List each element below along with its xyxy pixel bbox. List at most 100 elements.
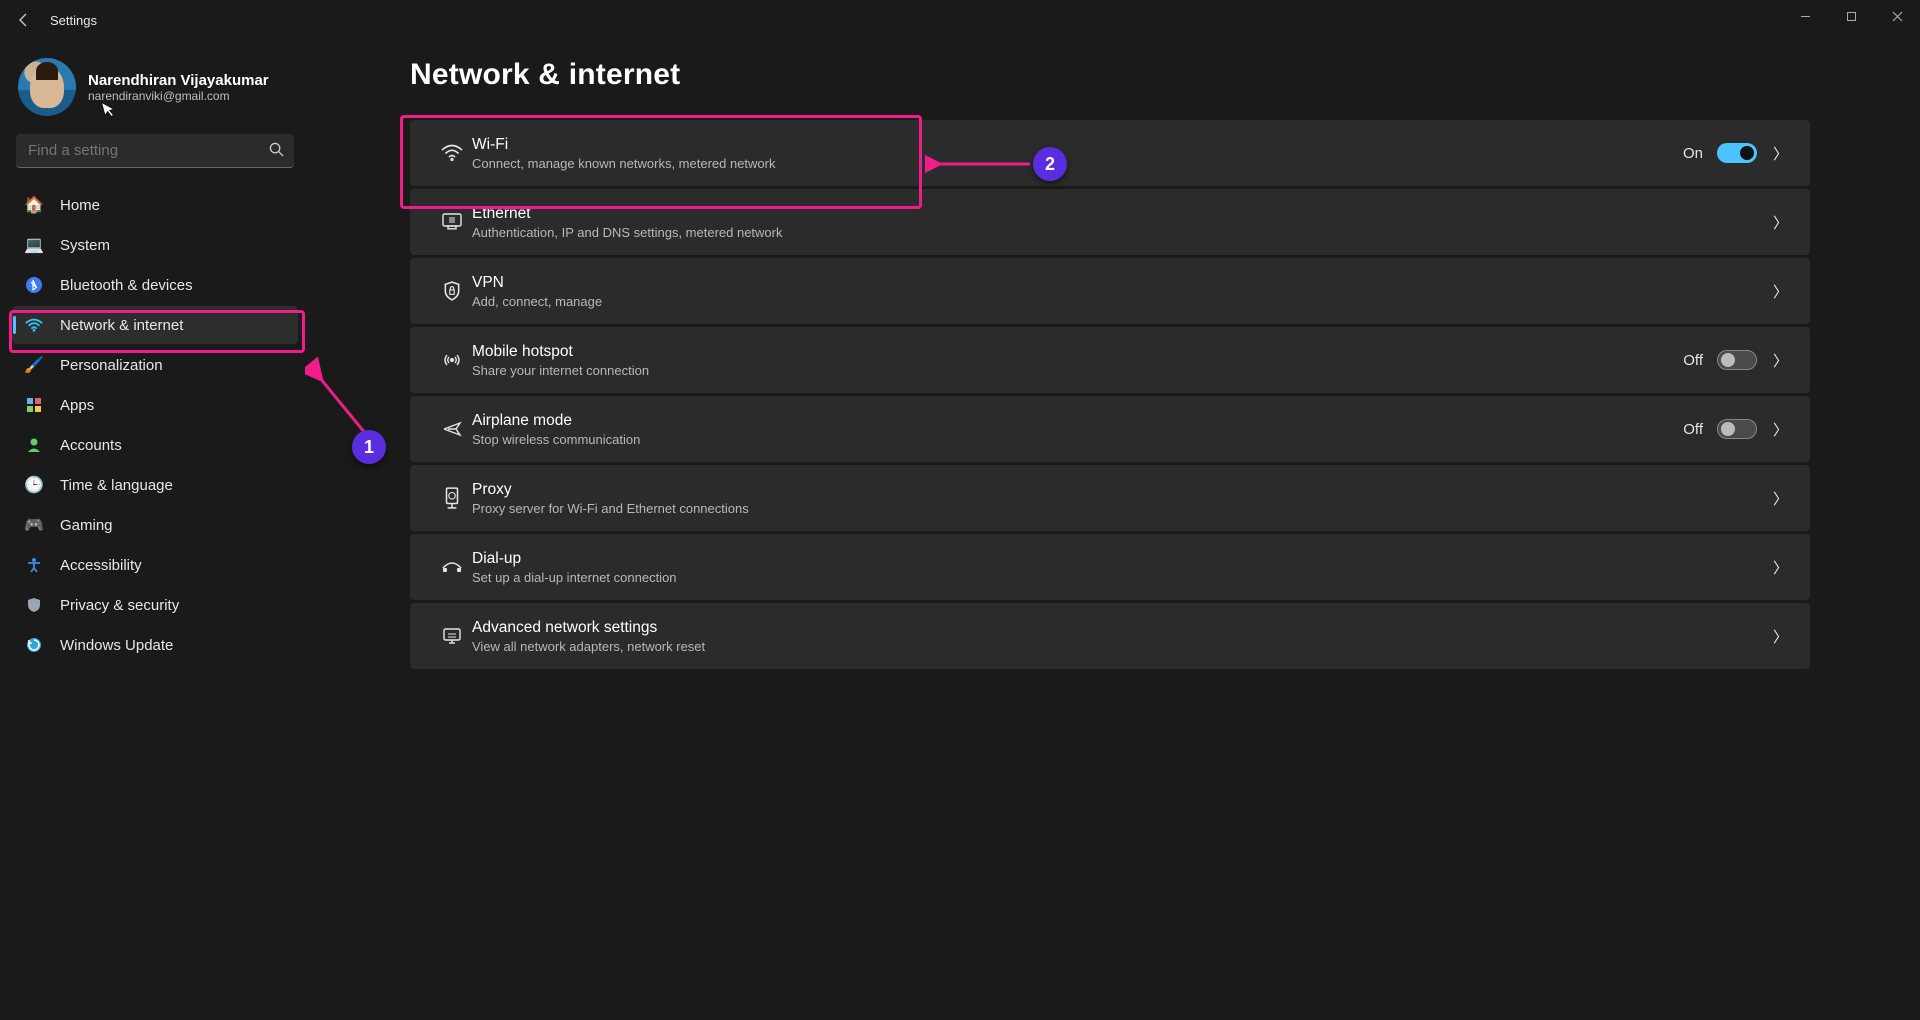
page-title: Network & internet — [410, 58, 1810, 92]
hotspot-toggle[interactable] — [1717, 350, 1757, 370]
nav-label: Apps — [60, 397, 94, 414]
airplane-state: Off — [1683, 421, 1703, 438]
row-subtitle: Set up a dial-up internet connection — [472, 570, 1771, 585]
nav-update[interactable]: Windows Update — [12, 626, 298, 664]
wifi-toggle[interactable] — [1717, 143, 1757, 163]
bluetooth-icon — [24, 275, 44, 295]
row-subtitle: Add, connect, manage — [472, 294, 1771, 309]
minimize-button[interactable] — [1782, 0, 1828, 32]
network-icon — [24, 315, 44, 335]
row-vpn[interactable]: VPN Add, connect, manage 〉 — [410, 258, 1810, 324]
airplane-toggle[interactable] — [1717, 419, 1757, 439]
chevron-right-icon: 〉 — [1773, 281, 1788, 302]
accessibility-icon — [24, 555, 44, 575]
row-title: Dial-up — [472, 550, 1771, 568]
maximize-button[interactable] — [1828, 0, 1874, 32]
nav-label: Gaming — [60, 517, 113, 534]
nav: 🏠 Home 💻 System Bluetooth & devices Networ… — [12, 186, 298, 664]
row-title: Advanced network settings — [472, 619, 1771, 637]
close-button[interactable] — [1874, 0, 1920, 32]
nav-personalization[interactable]: 🖌️ Personalization — [12, 346, 298, 384]
hotspot-icon — [432, 351, 472, 369]
nav-home[interactable]: 🏠 Home — [12, 186, 298, 224]
wifi-icon — [432, 144, 472, 162]
row-title: Ethernet — [472, 205, 1771, 223]
nav-label: Home — [60, 197, 100, 214]
privacy-icon — [24, 595, 44, 615]
back-button[interactable] — [8, 4, 40, 36]
chevron-right-icon: 〉 — [1773, 419, 1788, 440]
nav-network[interactable]: Network & internet — [12, 306, 298, 344]
chevron-right-icon: 〉 — [1773, 212, 1788, 233]
row-hotspot[interactable]: Mobile hotspot Share your internet connec… — [410, 327, 1810, 393]
search-container — [16, 134, 294, 168]
nav-label: Windows Update — [60, 637, 173, 654]
nav-accessibility[interactable]: Accessibility — [12, 546, 298, 584]
nav-label: Personalization — [60, 357, 163, 374]
airplane-icon — [432, 419, 472, 439]
titlebar: Settings — [0, 0, 1920, 40]
vpn-icon — [432, 281, 472, 301]
apps-icon — [24, 395, 44, 415]
nav-time[interactable]: 🕒 Time & language — [12, 466, 298, 504]
row-subtitle: View all network adapters, network reset — [472, 639, 1771, 654]
row-wifi[interactable]: Wi-Fi Connect, manage known networks, met… — [410, 120, 1810, 186]
nav-label: Accounts — [60, 437, 122, 454]
window-controls — [1782, 0, 1920, 32]
nav-system[interactable]: 💻 System — [12, 226, 298, 264]
nav-label: System — [60, 237, 110, 254]
windows-update-icon — [24, 635, 44, 655]
advanced-network-icon — [432, 627, 472, 645]
nav-label: Accessibility — [60, 557, 142, 574]
system-icon: 💻 — [24, 235, 44, 255]
nav-label: Time & language — [60, 477, 173, 494]
chevron-right-icon: 〉 — [1773, 143, 1788, 164]
dialup-icon — [432, 559, 472, 575]
annotation-step-2: 2 — [1033, 147, 1067, 181]
row-subtitle: Authentication, IP and DNS settings, met… — [472, 225, 1771, 240]
row-ethernet[interactable]: Ethernet Authentication, IP and DNS setti… — [410, 189, 1810, 255]
window-title: Settings — [50, 13, 97, 28]
chevron-right-icon: 〉 — [1773, 557, 1788, 578]
user-name: Narendhiran Vijayakumar — [88, 72, 269, 89]
row-subtitle: Proxy server for Wi-Fi and Ethernet conn… — [472, 501, 1771, 516]
nav-label: Bluetooth & devices — [60, 277, 193, 294]
proxy-icon — [432, 487, 472, 509]
personalization-icon: 🖌️ — [24, 355, 44, 375]
nav-bluetooth[interactable]: Bluetooth & devices — [12, 266, 298, 304]
row-airplane[interactable]: Airplane mode Stop wireless communication… — [410, 396, 1810, 462]
chevron-right-icon: 〉 — [1773, 626, 1788, 647]
row-title: Wi-Fi — [472, 136, 1683, 154]
nav-accounts[interactable]: Accounts — [12, 426, 298, 464]
hotspot-state: Off — [1683, 352, 1703, 369]
nav-apps[interactable]: Apps — [12, 386, 298, 424]
row-subtitle: Connect, manage known networks, metered … — [472, 156, 1683, 171]
chevron-right-icon: 〉 — [1773, 488, 1788, 509]
user-account-card[interactable]: Narendhiran Vijayakumar narendiranviki@g… — [12, 50, 298, 128]
nav-privacy[interactable]: Privacy & security — [12, 586, 298, 624]
row-proxy[interactable]: Proxy Proxy server for Wi-Fi and Ethernet… — [410, 465, 1810, 531]
row-dialup[interactable]: Dial-up Set up a dial-up internet connect… — [410, 534, 1810, 600]
row-advanced[interactable]: Advanced network settings View all networ… — [410, 603, 1810, 669]
avatar — [18, 58, 76, 116]
search-input[interactable] — [16, 134, 294, 168]
sidebar: Narendhiran Vijayakumar narendiranviki@g… — [0, 40, 310, 1020]
home-icon: 🏠 — [24, 195, 44, 215]
nav-label: Privacy & security — [60, 597, 179, 614]
user-email: narendiranviki@gmail.com — [88, 89, 269, 103]
row-title: Mobile hotspot — [472, 343, 1683, 361]
search-icon — [269, 142, 284, 161]
nav-label: Network & internet — [60, 317, 183, 334]
chevron-right-icon: 〉 — [1773, 350, 1788, 371]
nav-gaming[interactable]: 🎮 Gaming — [12, 506, 298, 544]
gaming-icon: 🎮 — [24, 515, 44, 535]
annotation-step-1: 1 — [352, 430, 386, 464]
wifi-state: On — [1683, 145, 1703, 162]
row-subtitle: Share your internet connection — [472, 363, 1683, 378]
row-subtitle: Stop wireless communication — [472, 432, 1683, 447]
accounts-icon — [24, 435, 44, 455]
time-language-icon: 🕒 — [24, 475, 44, 495]
row-title: Proxy — [472, 481, 1771, 499]
row-title: Airplane mode — [472, 412, 1683, 430]
row-title: VPN — [472, 274, 1771, 292]
